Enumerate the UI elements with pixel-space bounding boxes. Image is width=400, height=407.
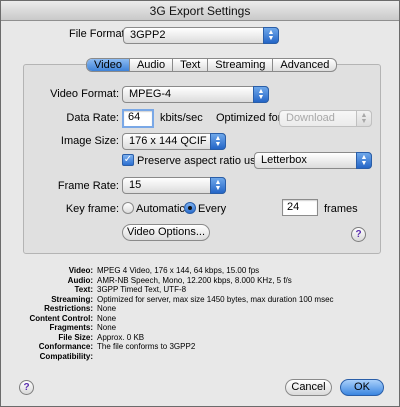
video-format-value: MPEG-4 bbox=[129, 88, 172, 100]
summary-row: Audio: AMR-NB Speech, Mono, 12.200 kbps, … bbox=[11, 276, 391, 286]
popup-arrows-icon: ▲ ▼ bbox=[210, 133, 226, 150]
image-size-label: Image Size: bbox=[60, 135, 119, 147]
frame-rate-popup[interactable]: 15 ▲ ▼ bbox=[122, 177, 226, 194]
keyframe-unit: frames bbox=[324, 203, 358, 215]
summary-row: Fragments: None bbox=[11, 323, 391, 333]
file-format-label: File Format: bbox=[69, 28, 128, 40]
preserve-mode-value: Letterbox bbox=[261, 154, 307, 166]
file-format-value: 3GPP2 bbox=[130, 29, 166, 41]
summary-value: 3GPP Timed Text, UTF-8 bbox=[97, 285, 187, 294]
summary-row: Conformance: The file conforms to 3GPP2 bbox=[11, 342, 391, 352]
key-frame-label: Key frame: bbox=[65, 203, 119, 215]
frame-rate-label: Frame Rate: bbox=[57, 180, 119, 192]
keyframe-automatic-radio[interactable] bbox=[122, 202, 134, 214]
help-icon[interactable]: ? bbox=[351, 227, 366, 242]
summary-key: Fragments: bbox=[49, 323, 93, 332]
optimized-for-value: Download bbox=[286, 112, 335, 124]
summary-value: The file conforms to 3GPP2 bbox=[97, 342, 196, 351]
keyframe-every-label: Every bbox=[198, 203, 227, 215]
summary-row: Text: 3GPP Timed Text, UTF-8 bbox=[11, 285, 391, 295]
summary-row: Restrictions: None bbox=[11, 304, 391, 314]
video-format-popup[interactable]: MPEG-4 ▲ ▼ bbox=[122, 86, 269, 103]
optimized-for-label: Optimized for: bbox=[216, 112, 285, 124]
tab-text[interactable]: Text bbox=[173, 59, 209, 71]
image-size-value: 176 x 144 QCIF bbox=[129, 135, 207, 147]
summary-value: None bbox=[97, 323, 117, 332]
summary-value: Approx. 0 KB bbox=[97, 332, 145, 342]
tab-bar: Video Audio Text Streaming Advanced bbox=[86, 58, 338, 72]
tab-audio[interactable]: Audio bbox=[130, 59, 174, 71]
frame-rate-value: 15 bbox=[129, 179, 142, 191]
help-icon[interactable]: ? bbox=[19, 380, 34, 395]
summary-row: Video: MPEG 4 Video, 176 x 144, 64 kbps, … bbox=[11, 266, 391, 276]
summary-row: Compatibility: bbox=[11, 352, 391, 362]
summary-key: Video: bbox=[68, 266, 93, 275]
file-format-popup[interactable]: 3GPP2 ▲ ▼ bbox=[123, 27, 279, 44]
summary-row: Streaming: Optimized for server, max size… bbox=[11, 295, 391, 305]
popup-arrows-icon: ▲ ▼ bbox=[356, 110, 372, 127]
summary-key: File Size: bbox=[58, 332, 93, 342]
preserve-aspect-checkbox[interactable]: ✓ bbox=[122, 154, 134, 166]
summary-row: Content Control: None bbox=[11, 314, 391, 324]
preserve-mode-popup[interactable]: Letterbox ▲ ▼ bbox=[254, 152, 372, 169]
summary-key: Restrictions: bbox=[44, 304, 93, 313]
tab-video[interactable]: Video bbox=[87, 59, 130, 71]
summary-key: Content Control: bbox=[29, 313, 93, 323]
summary-value: Optimized for server, max size 1450 byte… bbox=[97, 294, 334, 304]
tab-advanced[interactable]: Advanced bbox=[273, 59, 336, 71]
popup-arrows-icon: ▲ ▼ bbox=[263, 27, 279, 44]
popup-arrows-icon: ▲ ▼ bbox=[253, 86, 269, 103]
settings-summary: Video: MPEG 4 Video, 176 x 144, 64 kbps, … bbox=[11, 266, 391, 361]
summary-key: Text: bbox=[74, 285, 93, 294]
summary-value: None bbox=[97, 304, 117, 313]
data-rate-label: Data Rate: bbox=[66, 112, 119, 124]
summary-value: AMR-NB Speech, Mono, 12.200 kbps, 8.000 … bbox=[97, 275, 292, 285]
keyframe-every-radio[interactable] bbox=[184, 202, 196, 214]
summary-key: Conformance: bbox=[38, 342, 93, 351]
image-size-popup[interactable]: 176 x 144 QCIF ▲ ▼ bbox=[122, 133, 226, 150]
summary-key: Audio: bbox=[67, 275, 93, 285]
tab-streaming[interactable]: Streaming bbox=[208, 59, 274, 71]
preserve-aspect-label: Preserve aspect ratio using: bbox=[137, 155, 274, 167]
summary-row: File Size: Approx. 0 KB bbox=[11, 333, 391, 343]
summary-value: MPEG 4 Video, 176 x 144, 64 kbps, 15.00 … bbox=[97, 266, 260, 275]
summary-value: None bbox=[97, 313, 117, 323]
cancel-button[interactable]: Cancel bbox=[285, 379, 332, 396]
popup-arrows-icon: ▲ ▼ bbox=[210, 177, 226, 194]
summary-key: Compatibility: bbox=[39, 351, 93, 361]
export-settings-window: 3G Export Settings File Format: 3GPP2 ▲ ▼… bbox=[0, 0, 400, 407]
optimized-for-popup[interactable]: Download ▲ ▼ bbox=[279, 110, 372, 127]
data-rate-input[interactable]: 64 bbox=[122, 109, 154, 128]
video-format-label: Video Format: bbox=[50, 88, 119, 100]
keyframe-input[interactable]: 24 bbox=[282, 199, 318, 216]
summary-key: Streaming: bbox=[51, 294, 93, 304]
video-options-button[interactable]: Video Options... bbox=[122, 224, 210, 241]
keyframe-automatic-label: Automatic bbox=[136, 203, 185, 215]
popup-arrows-icon: ▲ ▼ bbox=[356, 152, 372, 169]
data-rate-unit: kbits/sec bbox=[160, 112, 203, 124]
ok-button[interactable]: OK bbox=[340, 379, 384, 396]
summary-value bbox=[97, 352, 391, 362]
window-title: 3G Export Settings bbox=[1, 1, 399, 21]
